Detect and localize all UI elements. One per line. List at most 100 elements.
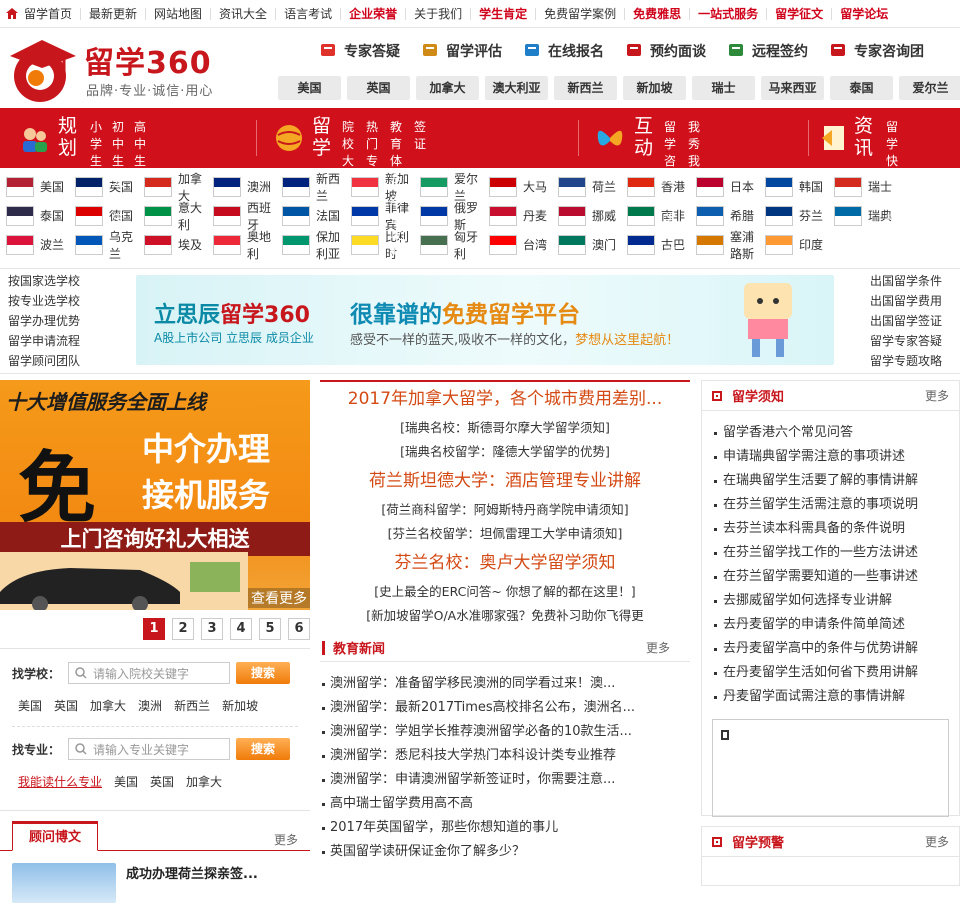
country-flag-item[interactable]: 埃及 <box>144 234 213 255</box>
top-nav-link[interactable]: 学生肯定 <box>470 7 535 20</box>
country-tab[interactable]: 爱尔兰 <box>899 76 960 100</box>
country-flag-item[interactable]: 日本 <box>696 176 765 197</box>
headline-sub[interactable]: [史上最全的ERC问答~ 你想了解的都在这里！] <box>320 580 690 604</box>
country-tab[interactable]: 瑞士 <box>692 76 755 100</box>
news-item[interactable]: 澳洲留学：最新2017Times高校排名公布，澳洲名... <box>320 696 690 720</box>
notice-item[interactable]: 在芬兰留学生活需注意的事项说明 <box>714 493 959 517</box>
top-nav-link[interactable]: 最新更新 <box>80 7 145 20</box>
major-quick-link[interactable]: 美国 <box>114 773 138 790</box>
pager-page[interactable]: 3 <box>201 618 223 640</box>
text-area[interactable] <box>712 719 949 817</box>
headline-main[interactable]: 荷兰斯坦德大学：酒店管理专业讲解 <box>320 464 690 498</box>
right-quick-link[interactable]: 出国留学签证 <box>870 311 952 331</box>
info-link[interactable]: 留学快讯 <box>886 118 898 186</box>
major-search-input[interactable]: 请输入专业关键字 <box>68 738 230 760</box>
headline-sub[interactable]: [瑞典名校留学：隆德大学留学的优势] <box>320 440 690 464</box>
country-flag-item[interactable]: 新西兰 <box>282 170 351 204</box>
notice-item[interactable]: 留学香港六个常见问答 <box>714 421 959 445</box>
country-flag-item[interactable]: 荷兰 <box>558 176 627 197</box>
school-quick-link[interactable]: 英国 <box>54 697 78 714</box>
top-nav-link[interactable]: 关于我们 <box>405 7 470 20</box>
promo-more-link[interactable]: 查看更多 <box>248 588 310 608</box>
news-item[interactable]: 澳洲留学：悉尼科技大学热门本科设计类专业推荐 <box>320 744 690 768</box>
notice-item[interactable]: 去芬兰读本科需具备的条件说明 <box>714 517 959 541</box>
country-flag-item[interactable]: 波兰 <box>6 234 75 255</box>
pager-page[interactable]: 4 <box>230 618 252 640</box>
news-item[interactable]: 澳洲留学：准备留学移民澳洲的同学看过来！澳... <box>320 672 690 696</box>
country-flag-item[interactable]: 大马 <box>489 176 558 197</box>
notice-item[interactable]: 丹麦留学面试需注意的事情讲解 <box>714 685 959 709</box>
country-flag-item[interactable]: 芬兰 <box>765 205 834 226</box>
country-flag-item[interactable]: 塞浦路斯 <box>696 228 765 262</box>
country-flag-item[interactable]: 美国 <box>6 176 75 197</box>
school-quick-link[interactable]: 加拿大 <box>90 697 126 714</box>
service-link[interactable]: 专家咨询团 <box>830 37 924 65</box>
top-nav-link[interactable]: 免费留学案例 <box>535 7 624 20</box>
notice-item[interactable]: 在丹麦留学生活如何省下费用讲解 <box>714 661 959 685</box>
top-nav-link[interactable]: 免费雅思 <box>624 7 689 20</box>
news-item[interactable]: 英国留学读研保证金你了解多少？ <box>320 840 690 864</box>
notice-item[interactable]: 在芬兰留学找工作的一些方法讲述 <box>714 541 959 565</box>
study-link[interactable]: 申请攻略 <box>390 192 402 260</box>
major-quick-link[interactable]: 英国 <box>150 773 174 790</box>
school-search-button[interactable]: 搜索 <box>236 662 290 684</box>
headline-main[interactable]: 2017年加拿大留学，各个城市费用差别... <box>320 382 690 416</box>
interact-link[interactable]: 留学知道 <box>664 192 676 260</box>
headline-sub[interactable]: [荷兰商科留学：阿姆斯特丹商学院申请须知] <box>320 498 690 522</box>
plan-link[interactable]: 初中生 <box>112 118 124 169</box>
tab-advisor-blog[interactable]: 顾问博文 <box>12 821 98 851</box>
school-search-input[interactable]: 请输入院校关键字 <box>68 662 230 684</box>
pager-page[interactable]: 5 <box>259 618 281 640</box>
news-item[interactable]: 高中瑞士留学费用高不高 <box>320 792 690 816</box>
left-quick-link[interactable]: 留学申请流程 <box>8 331 80 351</box>
pager-page[interactable]: 1 <box>143 618 165 640</box>
country-tab[interactable]: 新加坡 <box>623 76 686 100</box>
notice-item[interactable]: 在瑞典留学生活要了解的事情讲解 <box>714 469 959 493</box>
right-quick-link[interactable]: 留学专家答疑 <box>870 331 952 351</box>
notice-item[interactable]: 去丹麦留学高中的条件与优势讲解 <box>714 637 959 661</box>
interact-link[interactable]: 留学咨询 <box>664 118 676 186</box>
country-flag-item[interactable]: 台湾 <box>489 234 558 255</box>
country-tab[interactable]: 美国 <box>278 76 341 100</box>
blog-title[interactable]: 成功办理荷兰探亲签... <box>126 863 258 903</box>
left-quick-link[interactable]: 按国家选学校 <box>8 271 80 291</box>
top-nav-link[interactable]: 留学首页 <box>24 8 80 20</box>
country-flag-item[interactable]: 乌克兰 <box>75 228 144 262</box>
country-tab[interactable]: 英国 <box>347 76 410 100</box>
top-nav-link[interactable]: 资讯大全 <box>210 7 275 20</box>
major-quick-link[interactable]: 加拿大 <box>186 773 222 790</box>
headline-sub[interactable]: [芬兰名校留学：坦佩雷理工大学申请须知] <box>320 522 690 546</box>
notice-item[interactable]: 去丹麦留学的申请条件简单简述 <box>714 613 959 637</box>
country-flag-item[interactable]: 法国 <box>282 205 351 226</box>
plan-link[interactable]: 小学生 <box>90 118 102 169</box>
news-item[interactable]: 澳洲留学：学姐学长推荐澳洲留学必备的10款生活... <box>320 720 690 744</box>
left-quick-link[interactable]: 留学办理优势 <box>8 311 80 331</box>
country-flag-item[interactable]: 澳洲 <box>213 176 282 197</box>
country-flag-item[interactable]: 挪威 <box>558 205 627 226</box>
top-nav-link[interactable]: 留学征文 <box>766 7 831 20</box>
right-quick-link[interactable]: 留学专题攻略 <box>870 351 952 371</box>
country-flag-item[interactable]: 韩国 <box>765 176 834 197</box>
service-link[interactable]: 留学评估 <box>422 37 502 65</box>
pager-page[interactable]: 6 <box>288 618 310 640</box>
service-link[interactable]: 专家答疑 <box>320 37 400 65</box>
service-link[interactable]: 在线报名 <box>524 37 604 65</box>
news-item[interactable]: 2017年英国留学，那些你想知道的事儿 <box>320 816 690 840</box>
top-nav-link[interactable]: 一站式服务 <box>689 7 766 20</box>
country-tab[interactable]: 新西兰 <box>554 76 617 100</box>
promo-slider[interactable]: 十大增值服务全面上线 免 中介办理 接机服务 上门咨询好礼大相送 查看更多 <box>0 380 310 610</box>
headline-sub[interactable]: [瑞典名校：斯德哥尔摩大学留学须知] <box>320 416 690 440</box>
study-link[interactable]: 教育体系 <box>390 118 402 186</box>
site-logo[interactable]: 留学360 品牌·专业·诚信·用心 <box>0 34 240 104</box>
notice-more-link[interactable]: 更多 <box>925 387 949 404</box>
country-tab[interactable]: 马来西亚 <box>761 76 824 100</box>
country-flag-item[interactable]: 匈牙利 <box>420 228 489 262</box>
country-flag-item[interactable]: 希腊 <box>696 205 765 226</box>
school-quick-link[interactable]: 澳洲 <box>138 697 162 714</box>
headline-sub[interactable]: [新加坡留学O/A水准哪家强？免费补习助你飞得更 <box>320 604 690 628</box>
notice-item[interactable]: 去挪威留学如何选择专业讲解 <box>714 589 959 613</box>
notice-item[interactable]: 申请瑞典留学需注意的事项讲述 <box>714 445 959 469</box>
country-flag-item[interactable]: 澳门 <box>558 234 627 255</box>
right-quick-link[interactable]: 出国留学条件 <box>870 271 952 291</box>
blog-item[interactable]: 成功办理荷兰探亲签... <box>0 863 310 903</box>
